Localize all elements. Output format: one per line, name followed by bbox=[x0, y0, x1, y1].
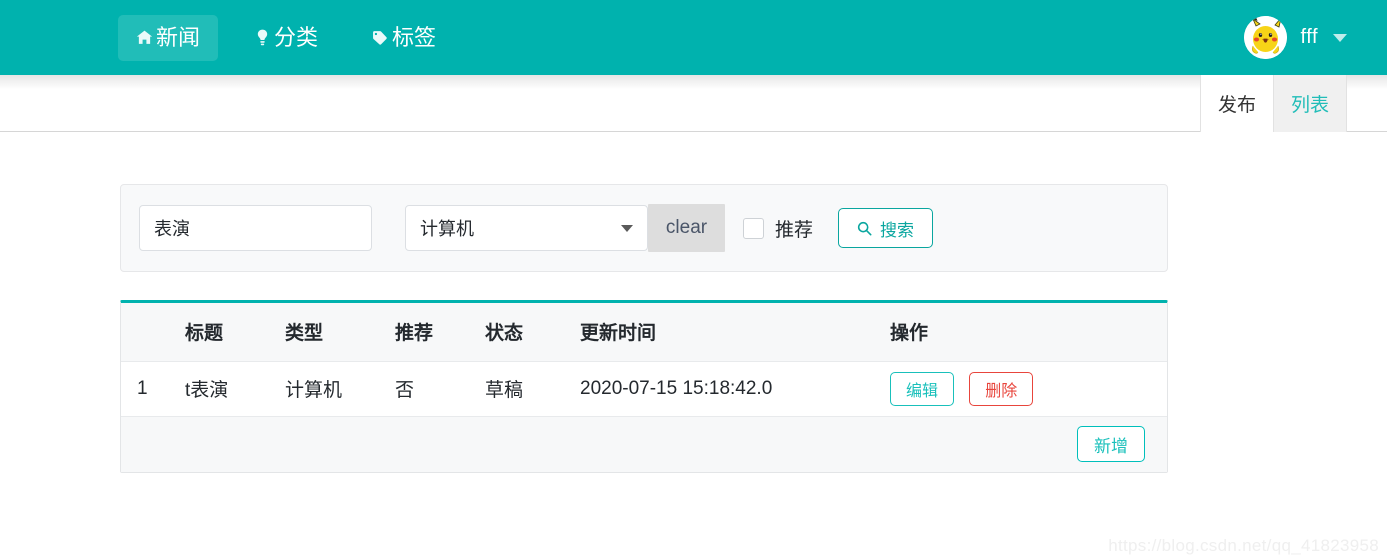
nav-item-tag-label: 标签 bbox=[392, 24, 437, 50]
tag-icon bbox=[372, 29, 389, 46]
news-table-card: 标题 类型 推荐 状态 更新时间 操作 1 t表演 计算机 否 草稿 2020-… bbox=[120, 300, 1168, 473]
user-name: fff bbox=[1300, 26, 1318, 48]
search-title-input[interactable] bbox=[139, 205, 372, 251]
main-content: 计算机 clear 推荐 搜索 标题 类型 bbox=[0, 132, 1387, 560]
cell-actions: 编辑 删除 bbox=[890, 361, 1167, 417]
edit-button[interactable]: 编辑 bbox=[890, 371, 954, 406]
avatar[interactable] bbox=[1243, 16, 1287, 59]
th-status: 状态 bbox=[485, 303, 580, 362]
chevron-down-icon[interactable] bbox=[1333, 33, 1347, 42]
cell-type: 计算机 bbox=[285, 361, 395, 417]
tab-list-label: 列表 bbox=[1290, 95, 1329, 116]
search-icon bbox=[857, 221, 872, 236]
home-icon bbox=[136, 29, 153, 46]
th-type: 类型 bbox=[285, 303, 395, 362]
clear-button[interactable]: clear bbox=[648, 204, 725, 252]
tab-publish[interactable]: 发布 bbox=[1200, 75, 1274, 132]
lightbulb-icon bbox=[254, 29, 271, 46]
table-footer: 新增 bbox=[121, 416, 1167, 472]
news-table: 标题 类型 推荐 状态 更新时间 操作 1 t表演 计算机 否 草稿 2020-… bbox=[121, 303, 1167, 417]
news-table-body: 1 t表演 计算机 否 草稿 2020-07-15 15:18:42.0 编辑 … bbox=[121, 361, 1167, 417]
cell-status: 草稿 bbox=[485, 361, 580, 417]
add-button[interactable]: 新增 bbox=[1077, 426, 1145, 462]
nav-item-tag[interactable]: 标签 bbox=[354, 15, 454, 61]
th-recommend: 推荐 bbox=[395, 303, 485, 362]
delete-button[interactable]: 删除 bbox=[969, 371, 1034, 406]
type-select-value: 计算机 bbox=[420, 219, 474, 239]
type-select[interactable]: 计算机 bbox=[405, 205, 648, 251]
table-row[interactable]: 1 t表演 计算机 否 草稿 2020-07-15 15:18:42.0 编辑 … bbox=[121, 361, 1167, 417]
th-actions: 操作 bbox=[890, 303, 1167, 362]
cell-index: 1 bbox=[121, 361, 185, 417]
cell-title: t表演 bbox=[185, 361, 285, 417]
tab-list[interactable]: 列表 bbox=[1273, 75, 1347, 144]
nav-items: 新闻 分类 标签 bbox=[118, 0, 454, 75]
recommend-checkbox-group[interactable]: 推荐 bbox=[743, 215, 813, 242]
user-menu[interactable]: fff bbox=[1243, 16, 1347, 59]
search-panel: 计算机 clear 推荐 搜索 bbox=[120, 184, 1168, 272]
tab-publish-label: 发布 bbox=[1217, 95, 1256, 116]
search-button-label: 搜索 bbox=[880, 220, 915, 240]
sub-toolbar: 发布 列表 bbox=[0, 75, 1387, 144]
nav-item-category-label: 分类 bbox=[274, 24, 319, 50]
recommend-label: 推荐 bbox=[775, 219, 814, 241]
th-updated: 更新时间 bbox=[580, 303, 890, 362]
top-navbar: 新闻 分类 标签 fff bbox=[0, 0, 1387, 75]
caret-down-icon bbox=[621, 225, 633, 232]
recommend-checkbox[interactable] bbox=[743, 217, 764, 239]
th-index bbox=[121, 303, 185, 362]
watermark: https://blog.csdn.net/qq_41823958 bbox=[1108, 536, 1379, 555]
subbar-shadow bbox=[0, 75, 1387, 89]
cell-recommend: 否 bbox=[395, 361, 485, 417]
search-button[interactable]: 搜索 bbox=[838, 208, 934, 248]
tab-strip: 发布 列表 bbox=[1200, 75, 1347, 144]
table-header-row: 标题 类型 推荐 状态 更新时间 操作 bbox=[121, 303, 1167, 362]
news-table-head: 标题 类型 推荐 状态 更新时间 操作 bbox=[121, 303, 1167, 362]
nav-item-category[interactable]: 分类 bbox=[236, 15, 336, 61]
nav-item-news-label: 新闻 bbox=[156, 24, 201, 50]
cell-updated: 2020-07-15 15:18:42.0 bbox=[580, 361, 890, 417]
nav-item-news[interactable]: 新闻 bbox=[118, 14, 219, 61]
th-title: 标题 bbox=[185, 303, 285, 362]
